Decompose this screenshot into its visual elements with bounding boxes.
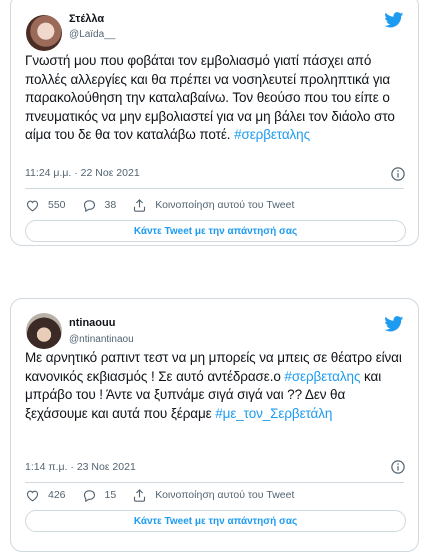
- reply-count: 15: [104, 489, 117, 501]
- share-button[interactable]: Κοινοποίηση αυτού του Tweet: [132, 488, 294, 503]
- like-button[interactable]: 426: [25, 488, 66, 503]
- tweet-text: Γνωστή μου που φοβάται τον εμβολιασμό γι…: [25, 52, 410, 145]
- reply-action[interactable]: 15: [82, 488, 117, 503]
- author-name[interactable]: ntinaouu: [69, 317, 115, 329]
- like-count: 426: [48, 489, 66, 501]
- reply-action[interactable]: 38: [82, 198, 117, 213]
- twitter-bird-icon[interactable]: [384, 12, 404, 28]
- tweet-text: Με αρνητικό ραπιντ τεστ να μη μπορείς να…: [25, 349, 410, 423]
- share-label: Κοινοποίηση αυτού του Tweet: [155, 489, 295, 501]
- info-icon[interactable]: [391, 460, 405, 474]
- tweet-timestamp[interactable]: 1:14 π.μ. · 23 Νοε 2021: [25, 461, 136, 473]
- avatar[interactable]: [26, 15, 62, 51]
- hashtag-link[interactable]: #με_τον_Σερβετάλη: [215, 406, 332, 421]
- twitter-bird-icon[interactable]: [384, 316, 404, 332]
- share-label: Κοινοποίηση αυτού του Tweet: [155, 199, 295, 211]
- divider: [25, 482, 404, 483]
- tweet-timestamp[interactable]: 11:24 μ.μ. · 22 Νοε 2021: [25, 167, 140, 179]
- heart-icon: [26, 490, 39, 501]
- tweet-card[interactable]: Στέλλα @Laïda__ Γνωστή μου που φοβάται τ…: [10, 0, 419, 246]
- tweet-your-reply-button[interactable]: Κάντε Tweet με την απάντησή σας: [25, 220, 406, 242]
- hashtag-link[interactable]: #σερβεταλης: [284, 369, 360, 384]
- like-button[interactable]: 550: [25, 198, 66, 213]
- tweet-card[interactable]: ntinaouu @ntinantinaou Με αρνητικό ραπιν…: [10, 298, 419, 552]
- author-name[interactable]: Στέλλα: [69, 13, 104, 25]
- heart-icon: [26, 200, 39, 211]
- reply-count: 38: [104, 199, 117, 211]
- like-count: 550: [48, 199, 66, 211]
- author-handle[interactable]: @ntinantinaou: [69, 334, 134, 345]
- avatar[interactable]: [26, 313, 62, 349]
- info-icon[interactable]: [391, 167, 405, 181]
- tweet-actions: 426 15 Κοινοποίηση αυτού του Tweet: [25, 487, 310, 503]
- tweet-your-reply-button[interactable]: Κάντε Tweet με την απάντησή σας: [25, 510, 406, 532]
- reply-icon: [83, 199, 95, 212]
- reply-icon: [83, 489, 95, 502]
- divider: [25, 188, 404, 189]
- share-icon: [134, 488, 146, 502]
- author-handle[interactable]: @Laïda__: [69, 29, 115, 40]
- tweet-actions: 550 38 Κοινοποίηση αυτού του Tweet: [25, 197, 310, 213]
- tweet-text-body: Γνωστή μου που φοβάται τον εμβολιασμό γι…: [25, 53, 395, 142]
- share-button[interactable]: Κοινοποίηση αυτού του Tweet: [132, 198, 294, 213]
- share-icon: [134, 198, 146, 212]
- hashtag-link[interactable]: #σερβεταλης: [234, 127, 310, 142]
